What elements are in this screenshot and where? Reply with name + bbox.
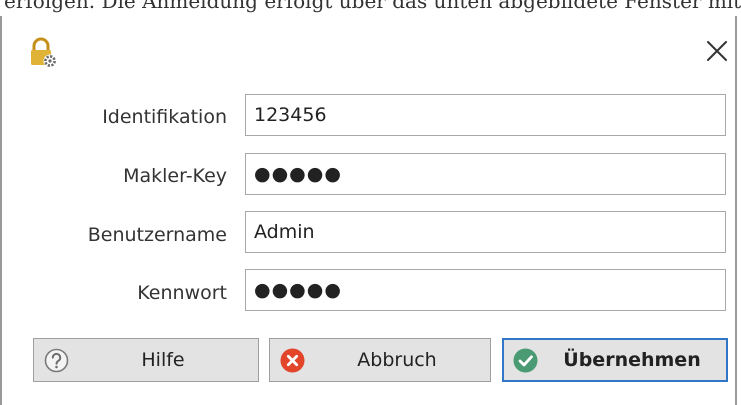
cancel-button-label: Abbruch [357, 349, 437, 371]
identifikation-input[interactable] [245, 94, 726, 136]
apply-button-label: Übernehmen [563, 349, 701, 371]
help-button-label: Hilfe [141, 349, 185, 371]
makler-key-label: Makler-Key [123, 165, 227, 187]
benutzername-input[interactable] [245, 211, 726, 253]
clipped-caption-strip: erfolgen. Die Anmeldung erfolgt über das… [0, 0, 741, 16]
kennwort-input[interactable] [245, 269, 726, 311]
benutzername-label: Benutzername [87, 224, 227, 246]
help-button[interactable]: Hilfe [33, 338, 259, 382]
close-icon[interactable] [702, 36, 732, 66]
login-dialog: Identifikation Makler-Key Benutzername K… [0, 16, 737, 405]
cancel-icon [280, 348, 305, 373]
cancel-button[interactable]: Abbruch [269, 338, 491, 382]
lock-gear-icon [31, 37, 57, 68]
help-icon [44, 348, 69, 373]
identifikation-label: Identifikation [102, 106, 227, 128]
makler-key-input[interactable] [245, 153, 726, 195]
clipped-caption: erfolgen. Die Anmeldung erfolgt über das… [4, 0, 741, 13]
check-icon [513, 348, 538, 373]
kennwort-label: Kennwort [137, 282, 227, 304]
apply-button[interactable]: Übernehmen [502, 338, 728, 382]
